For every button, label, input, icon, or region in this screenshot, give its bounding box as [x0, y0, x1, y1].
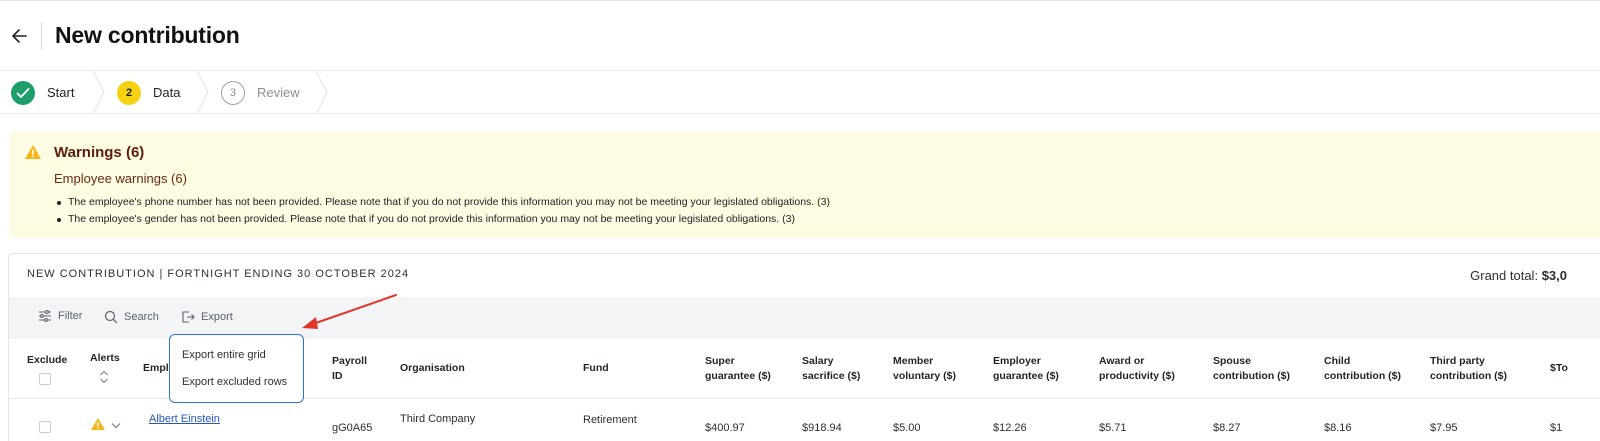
warning-item: The employee's phone number has not been… — [54, 194, 830, 211]
header-line: Super — [705, 355, 735, 367]
step-separator — [315, 71, 328, 114]
search-button[interactable]: Search — [104, 310, 159, 324]
child-contribution-cell[interactable]: $8.16 — [1324, 422, 1352, 434]
header-line: contribution ($) — [1213, 370, 1290, 382]
payroll-id-cell: gG0A65 — [332, 422, 373, 434]
third-party-contribution-cell[interactable]: $7.95 — [1430, 422, 1458, 434]
header-divider — [41, 23, 42, 49]
export-excluded-rows-option[interactable]: Export excluded rows — [170, 372, 303, 399]
search-icon — [104, 310, 118, 324]
column-header-alerts: Alerts — [90, 352, 120, 364]
warning-icon — [25, 145, 41, 159]
export-entire-grid-option[interactable]: Export entire grid — [170, 345, 303, 372]
header-line: voluntary ($) — [893, 370, 957, 382]
filter-label: Filter — [58, 310, 83, 322]
grand-total: Grand total: $3,0 — [1470, 268, 1567, 283]
warning-icon[interactable] — [90, 417, 106, 431]
annotation-arrow-icon — [302, 294, 397, 329]
total-cell: $1 — [1550, 422, 1563, 434]
grid-title: NEW CONTRIBUTION | FORTNIGHT ENDING 30 O… — [27, 268, 410, 280]
column-header-third-party-contribution: Third party contribution ($) — [1430, 354, 1507, 384]
filter-button[interactable]: Filter — [38, 310, 82, 322]
header-line: guarantee ($) — [705, 370, 771, 382]
column-header-payroll-id: Payroll ID — [332, 354, 367, 384]
column-header-organisation: Organisation — [400, 362, 465, 374]
page: New contribution Start 2 Data 3 Review W… — [0, 0, 1600, 441]
step-number-badge: 2 — [117, 80, 141, 105]
export-button[interactable]: Export — [181, 310, 233, 324]
filter-icon — [39, 310, 51, 322]
step-data[interactable]: 2 Data — [117, 71, 180, 114]
chevron-down-icon[interactable] — [111, 422, 121, 429]
step-label: Review — [257, 85, 300, 100]
stepper: Start 2 Data 3 Review — [0, 71, 1600, 114]
step-start[interactable]: Start — [11, 71, 74, 114]
employer-guarantee-cell[interactable]: $12.26 — [993, 422, 1027, 434]
header-line: Member — [893, 355, 934, 367]
header-line: Award or — [1099, 355, 1145, 367]
header-line: Child — [1324, 355, 1351, 367]
sort-icon[interactable] — [99, 370, 109, 384]
header-line: Spouse — [1213, 355, 1251, 367]
back-arrow-icon — [12, 29, 27, 43]
search-label: Search — [124, 311, 159, 323]
page-header: New contribution — [0, 1, 1600, 71]
grand-total-value: $3,0 — [1541, 268, 1567, 283]
export-label: Export — [201, 311, 233, 323]
column-header-exclude: Exclude — [27, 354, 68, 366]
header-line: Employer — [993, 355, 1041, 367]
header-line: Payroll — [332, 355, 368, 367]
grid-toolbar: Filter Search Export — [9, 297, 1600, 339]
spouse-contribution-cell[interactable]: $8.27 — [1213, 422, 1241, 434]
column-header-spouse-contribution: Spouse contribution ($) — [1213, 354, 1290, 384]
header-line: Third party — [1430, 355, 1485, 367]
page-title: New contribution — [55, 22, 240, 48]
exclude-all-checkbox[interactable] — [39, 373, 51, 385]
step-review[interactable]: 3 Review — [221, 71, 300, 114]
column-header-employee: Empl — [143, 362, 169, 374]
column-header-salary-sacrifice: Salary sacrifice ($) — [802, 354, 860, 384]
column-header-child-contribution: Child contribution ($) — [1324, 354, 1401, 384]
warning-item: The employee's gender has not been provi… — [54, 211, 830, 228]
step-separator — [92, 71, 105, 114]
warnings-list: The employee's phone number has not been… — [54, 194, 830, 228]
step-label: Data — [153, 85, 181, 100]
employee-name-link[interactable]: Albert Einstein — [149, 413, 220, 425]
column-header-fund: Fund — [583, 362, 609, 374]
back-button[interactable] — [10, 25, 30, 47]
super-guarantee-cell[interactable]: $400.97 — [705, 422, 745, 434]
organisation-cell: Third Company — [400, 413, 476, 425]
header-line: ID — [332, 370, 343, 382]
warnings-panel: Warnings (6) Employee warnings (6) The e… — [10, 131, 1600, 238]
step-label: Start — [47, 85, 75, 100]
column-header-employer-guarantee: Employer guarantee ($) — [993, 354, 1059, 384]
export-dropdown-menu: Export entire grid Export excluded rows — [169, 334, 304, 403]
export-icon — [182, 311, 195, 323]
fund-cell: Retirement — [583, 414, 637, 426]
row-exclude-checkbox[interactable] — [39, 421, 51, 433]
step-separator — [196, 71, 209, 114]
member-voluntary-cell[interactable]: $5.00 — [893, 422, 921, 434]
employee-warnings-subtitle: Employee warnings (6) — [54, 171, 187, 186]
warnings-title: Warnings (6) — [54, 144, 145, 161]
column-header-total: $To — [1550, 362, 1568, 374]
step-complete-badge — [11, 80, 35, 105]
award-productivity-cell[interactable]: $5.71 — [1099, 422, 1127, 434]
column-header-super-guarantee: Super guarantee ($) — [705, 354, 771, 384]
column-header-award-productivity: Award or productivity ($) — [1099, 354, 1175, 384]
grand-total-label: Grand total: — [1470, 268, 1539, 283]
header-line: contribution ($) — [1324, 370, 1401, 382]
check-icon — [16, 87, 30, 98]
header-line: productivity ($) — [1099, 370, 1175, 382]
salary-sacrifice-cell[interactable]: $918.94 — [802, 422, 842, 434]
header-line: guarantee ($) — [993, 370, 1059, 382]
header-line: sacrifice ($) — [802, 370, 861, 382]
header-line: Salary — [802, 355, 834, 367]
header-line: contribution ($) — [1430, 370, 1507, 382]
column-header-member-voluntary: Member voluntary ($) — [893, 354, 956, 384]
step-number-badge: 3 — [221, 80, 245, 105]
